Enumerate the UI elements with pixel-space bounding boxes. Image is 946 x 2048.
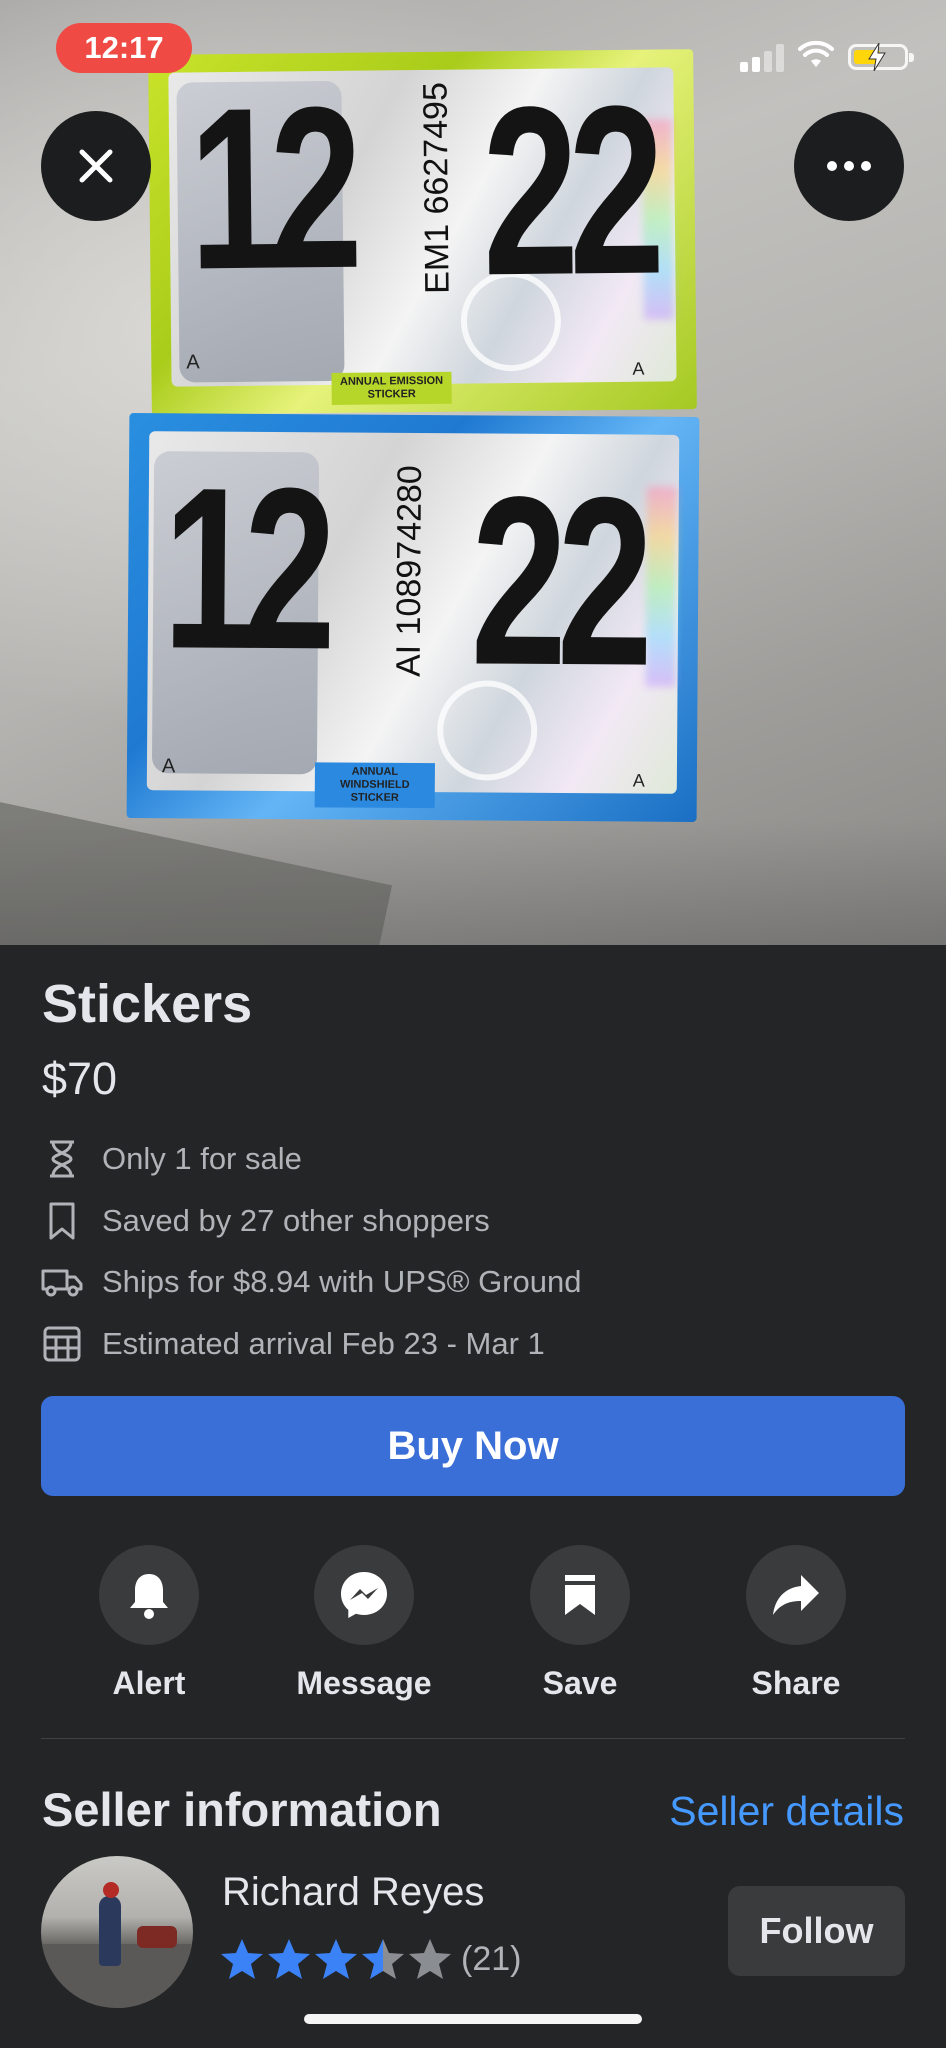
rating-count: (21) [461,1939,522,1978]
sticker-letter: A [161,755,176,778]
action-label: Alert [112,1665,186,1701]
star-filled-icon [221,1939,263,1979]
action-label: Share [751,1665,841,1701]
sticker-caption: ANNUAL WINDSHIELD STICKER [314,762,435,809]
status-time: 12:17 [56,23,192,73]
home-indicator[interactable] [304,2014,642,2024]
wifi-icon [798,40,834,67]
star-empty-icon [409,1939,451,1979]
seller-name[interactable]: Richard Reyes [222,1870,484,1915]
emission-sticker: 12 EM1 6627495 22 ANNUAL EMISSION STICKE… [148,49,697,415]
more-options-button[interactable] [794,111,904,221]
truck-icon [41,1269,83,1297]
detail-shipping: Ships for $8.94 with UPS® Ground [40,1260,581,1304]
buy-now-button[interactable]: Buy Now [41,1396,905,1496]
seller-details-link[interactable]: Seller details [669,1788,904,1835]
bookmark-icon [565,1575,595,1615]
message-action[interactable]: Message [274,1545,454,1702]
save-action[interactable]: Save [490,1545,670,1702]
seller-rating: (21) [220,1938,521,1980]
more-icon [827,161,871,171]
sticker-year: 22 [481,55,656,326]
detail-text: Ships for $8.94 with UPS® Ground [102,1264,582,1299]
battery-icon [848,43,914,71]
star-half-icon [362,1939,404,1979]
detail-text: Only 1 for sale [102,1141,302,1176]
share-action[interactable]: Share [706,1545,886,1702]
action-label: Save [542,1665,618,1701]
share-arrow-icon [773,1575,819,1615]
detail-saved: Saved by 27 other shoppers [40,1199,490,1243]
follow-button[interactable]: Follow [728,1886,905,1976]
messenger-icon [341,1572,387,1618]
cellular-signal-icon [740,44,784,72]
sticker-letter: A [632,358,645,379]
action-label: Message [296,1665,432,1701]
detail-text: Estimated arrival Feb 23 - Mar 1 [102,1326,545,1361]
detail-arrival: Estimated arrival Feb 23 - Mar 1 [40,1322,545,1366]
bell-icon [130,1574,168,1619]
windshield-sticker: 12 AI 108974280 22 ANNUAL WINDSHIELD STI… [126,413,700,822]
sticker-year: 22 [470,446,645,716]
photo-shadow [0,820,946,945]
listing-title: Stickers [42,974,253,1034]
sticker-month: 12 [162,439,326,698]
detail-text: Saved by 27 other shoppers [102,1203,490,1238]
listing-price: $70 [42,1053,118,1104]
star-filled-icon [268,1939,310,1979]
close-button[interactable] [41,111,151,221]
star-filled-icon [315,1939,357,1979]
seller-avatar[interactable] [41,1856,193,2008]
sticker-serial: AI 108974280 [389,464,430,677]
sticker-letter: A [186,351,200,374]
detail-availability: Only 1 for sale [40,1137,302,1181]
section-divider [41,1738,905,1739]
sticker-serial: EM1 6627495 [416,81,457,294]
hourglass-icon [50,1140,74,1178]
calendar-icon [43,1326,81,1362]
sticker-caption: ANNUAL EMISSION STICKER [331,371,452,405]
seller-section-title: Seller information [42,1783,442,1836]
close-icon [79,149,113,183]
sticker-month: 12 [188,58,353,318]
sticker-letter: A [632,770,645,791]
alert-action[interactable]: Alert [59,1545,239,1702]
bookmark-icon [49,1202,75,1240]
